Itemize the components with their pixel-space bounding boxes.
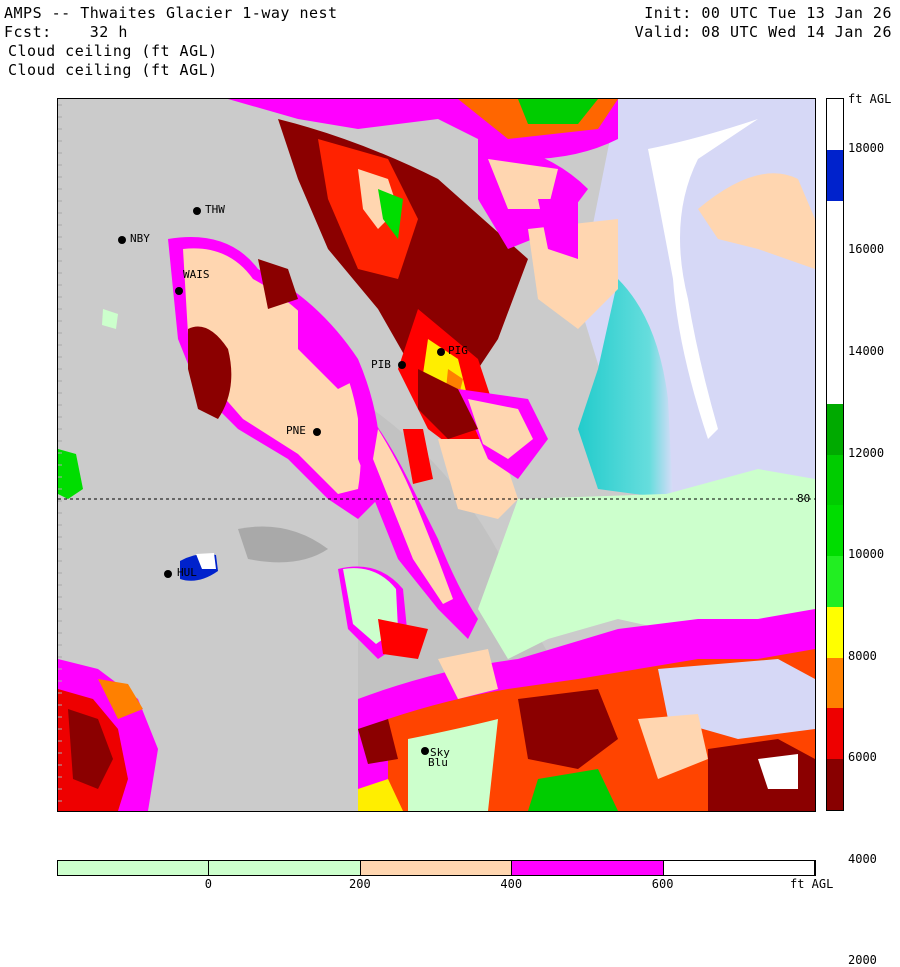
colorbar-vertical-tick: 6000	[848, 750, 877, 765]
colorbar-horizontal-segment	[209, 861, 361, 875]
station-label-pne: PNE	[286, 424, 306, 437]
colorbar-vertical-segment	[827, 403, 843, 455]
station-marker-wais[interactable]	[175, 287, 183, 295]
station-label-nby: NBY	[130, 232, 150, 245]
colorbar-vertical-segment	[827, 302, 843, 354]
colorbar-vertical-tick: 10000	[848, 547, 885, 562]
colorbar-vertical-segment	[827, 657, 843, 709]
colorbar-horizontal-unit: ft AGL	[790, 877, 834, 891]
colorbar-vertical-tick: 18000	[848, 140, 885, 155]
colorbar-horizontal-tick: 0	[204, 877, 213, 891]
station-marker-hul[interactable]	[164, 570, 172, 578]
station-label-hul: HUL	[177, 566, 197, 579]
map-title: AMPS -- Thwaites Glacier 1-way nest	[4, 4, 338, 22]
station-marker-sky[interactable]	[421, 747, 429, 755]
colorbar-vertical-segment	[827, 556, 843, 608]
colorbar-vertical	[826, 98, 844, 811]
colorbar-horizontal-tick: 200	[349, 877, 371, 891]
station-label-pib: PIB	[371, 358, 391, 371]
field-name-2: Cloud ceiling (ft AGL)	[8, 61, 218, 79]
map-panel[interactable]: THW NBY WAIS PIB PIG PNE HUL Sky Blu 80 …	[57, 98, 816, 812]
colorbar-vertical-segment	[827, 606, 843, 659]
colorbar-horizontal-segment	[360, 861, 513, 875]
colorbar-vertical-tick: 16000	[848, 242, 885, 257]
colorbar-vertical-tick: 8000	[848, 648, 877, 663]
colorbar-vertical-segment	[827, 251, 843, 303]
colorbar-vertical-segment	[827, 759, 843, 811]
valid-time: Valid: 08 UTC Wed 14 Jan 26	[634, 23, 892, 41]
station-marker-pib[interactable]	[398, 361, 406, 369]
colorbar-unit: ft AGL	[848, 92, 892, 106]
colorbar-horizontal-segment	[512, 861, 664, 875]
colorbar-vertical-segment	[827, 149, 843, 202]
station-marker-nby[interactable]	[118, 236, 126, 244]
station-marker-thw[interactable]	[193, 207, 201, 215]
colorbar-horizontal-tick: 600	[651, 877, 674, 891]
station-label-wais: WAIS	[183, 268, 210, 281]
colorbar-horizontal-segment	[663, 861, 815, 875]
colorbar-vertical-segment	[827, 99, 843, 151]
colorbar-horizontal-segment	[58, 861, 210, 875]
colorbar-vertical-segment	[827, 505, 843, 557]
longitude-label: 80 W	[797, 492, 815, 505]
forecast-hour: Fcst: 32 h	[4, 23, 128, 41]
colorbar-vertical-tick: 2000	[848, 953, 877, 967]
station-label-thw: THW	[205, 203, 225, 216]
colorbar-vertical-segment	[827, 454, 843, 506]
station-label-blu: Blu	[428, 756, 448, 769]
cloud-ceiling-map	[58, 99, 815, 811]
station-marker-pne[interactable]	[313, 428, 321, 436]
colorbar-vertical-tick: 12000	[848, 445, 885, 460]
colorbar-horizontal	[57, 860, 816, 876]
colorbar-vertical-segment	[827, 708, 843, 760]
colorbar-vertical-segment	[827, 352, 843, 405]
station-marker-pig[interactable]	[437, 348, 445, 356]
colorbar-vertical-segment	[827, 200, 843, 252]
colorbar-horizontal-tick: 400	[500, 877, 523, 891]
init-time: Init: 00 UTC Tue 13 Jan 26	[644, 4, 892, 22]
colorbar-vertical-tick: 14000	[848, 343, 885, 358]
colorbar-vertical-tick: 4000	[848, 851, 877, 866]
field-name-1: Cloud ceiling (ft AGL)	[8, 42, 218, 60]
station-label-pig: PIG	[448, 344, 468, 357]
